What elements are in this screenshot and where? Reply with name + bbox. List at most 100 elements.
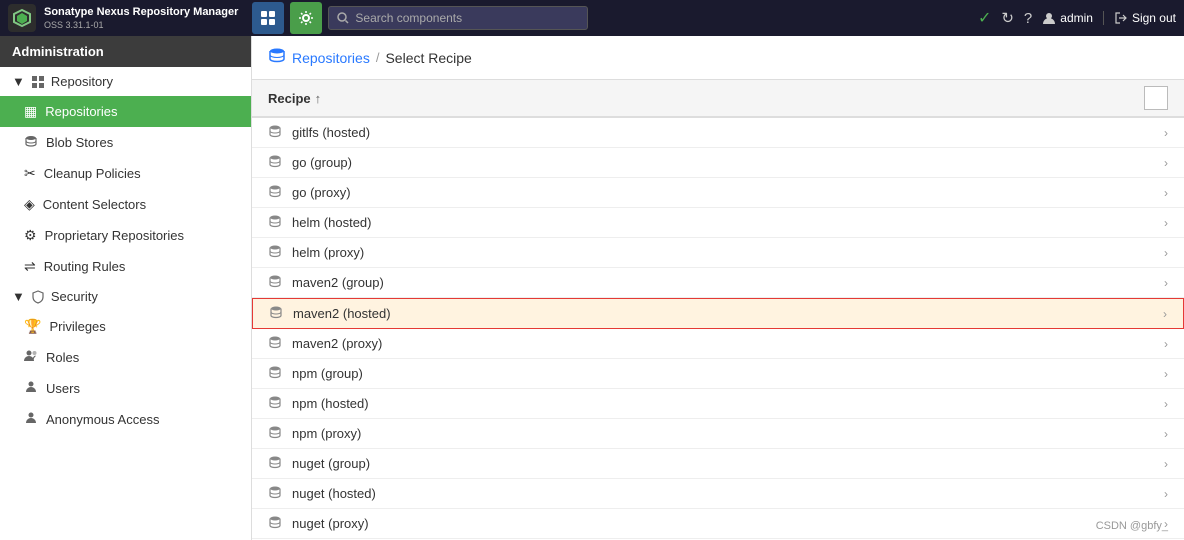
user-menu[interactable]: admin [1042,11,1093,25]
routing-icon: ⇌ [24,258,36,275]
brand-title: Sonatype Nexus Repository Manager [44,6,238,19]
brand: Sonatype Nexus Repository Manager OSS 3.… [8,4,238,32]
sidebar-item-blob-stores[interactable]: Blob Stores [0,127,251,158]
row-arrow-icon: › [1164,427,1168,441]
sidebar-item-repositories[interactable]: ▦ Repositories [0,96,251,127]
table-row[interactable]: nuget (proxy) › [252,509,1184,539]
row-arrow-icon: › [1164,337,1168,351]
main-layout: Administration ▼ Repository ▦ Repositori… [0,36,1184,540]
row-db-icon [268,124,282,141]
privileges-icon: 🏆 [24,318,41,335]
sidebar-section-repository[interactable]: ▼ Repository [0,67,251,96]
row-label: maven2 (group) [292,275,1164,290]
row-label: maven2 (proxy) [292,336,1164,351]
table-row[interactable]: go (group) › [252,148,1184,178]
table-row[interactable]: gitlfs (hosted) › [252,118,1184,148]
row-arrow-icon: › [1164,367,1168,381]
sidebar-item-content-selectors[interactable]: ◈ Content Selectors [0,189,251,220]
sidebar-item-users[interactable]: Users [0,373,251,404]
row-arrow-icon: › [1164,487,1168,501]
row-db-icon [269,305,283,322]
row-label: go (proxy) [292,185,1164,200]
row-arrow-icon: › [1164,126,1168,140]
row-arrow-icon: › [1164,156,1168,170]
username: admin [1060,11,1093,25]
users-icon [24,380,38,397]
sidebar-item-anon-label: Anonymous Access [46,412,159,427]
search-placeholder: Search components [355,11,462,25]
table-row[interactable]: nuget (group) › [252,449,1184,479]
sidebar-item-routing-rules[interactable]: ⇌ Routing Rules [0,251,251,282]
table-row[interactable]: go (proxy) › [252,178,1184,208]
section-security-label: Security [51,289,98,304]
proprietary-icon: ⚙ [24,227,37,244]
row-db-icon [268,425,282,442]
row-arrow-icon: › [1164,186,1168,200]
row-label: gitlfs (hosted) [292,125,1164,140]
refresh-icon[interactable]: ↻ [1001,9,1014,27]
recipe-column-header: Recipe ↑ [268,91,1144,106]
row-arrow-icon: › [1164,246,1168,260]
help-icon[interactable]: ? [1024,10,1032,27]
sidebar-section-security[interactable]: ▼ Security [0,282,251,311]
table-row[interactable]: npm (hosted) › [252,389,1184,419]
sort-arrow-icon: ↑ [315,91,322,106]
status-icon[interactable]: ✓ [978,8,991,28]
sidebar-header: Administration [0,36,251,67]
row-db-icon [268,395,282,412]
row-arrow-icon: › [1163,307,1167,321]
table-row[interactable]: maven2 (hosted) › [252,298,1184,329]
table-row[interactable]: maven2 (group) › [252,268,1184,298]
sidebar-item-privileges-label: Privileges [49,319,105,334]
brand-text: Sonatype Nexus Repository Manager OSS 3.… [44,6,238,29]
row-label: maven2 (hosted) [293,306,1163,321]
table-container: Recipe ↑ gitlfs (hosted) › go (group) [252,80,1184,540]
table-row[interactable]: helm (proxy) › [252,238,1184,268]
row-db-icon [268,184,282,201]
table-row[interactable]: maven2 (proxy) › [252,329,1184,359]
sidebar-item-blob-stores-label: Blob Stores [46,135,113,150]
table-row[interactable]: nuget (hosted) › [252,479,1184,509]
sidebar-item-roles-label: Roles [46,350,79,365]
sidebar-item-repositories-label: Repositories [45,104,117,119]
sidebar-item-roles[interactable]: Roles [0,342,251,373]
row-db-icon [268,244,282,261]
breadcrumb: Repositories / Select Recipe [252,36,1184,80]
row-label: npm (group) [292,366,1164,381]
breadcrumb-current: Select Recipe [385,50,471,66]
row-label: nuget (hosted) [292,486,1164,501]
header-checkbox[interactable] [1144,86,1168,110]
row-db-icon [268,455,282,472]
row-db-icon [268,274,282,291]
admin-icon-btn[interactable] [290,2,322,34]
row-arrow-icon: › [1164,216,1168,230]
row-db-icon [268,365,282,382]
sidebar-item-anonymous-access[interactable]: Anonymous Access [0,404,251,435]
row-label: go (group) [292,155,1164,170]
browse-icon-btn[interactable] [252,2,284,34]
sidebar-item-privileges[interactable]: 🏆 Privileges [0,311,251,342]
sidebar-item-cleanup-policies[interactable]: ✂ Cleanup Policies [0,158,251,189]
breadcrumb-repositories[interactable]: Repositories [292,50,370,66]
row-label: helm (hosted) [292,215,1164,230]
section-repository-label: Repository [51,74,113,89]
row-db-icon [268,485,282,502]
row-db-icon [268,214,282,231]
sidebar-item-users-label: Users [46,381,80,396]
table-row[interactable]: npm (group) › [252,359,1184,389]
cleanup-icon: ✂ [24,165,36,182]
search-bar[interactable]: Search components [328,6,588,30]
content-sel-icon: ◈ [24,196,35,213]
navbar-right: ✓ ↻ ? admin Sign out [978,8,1176,28]
signout-btn[interactable]: Sign out [1103,11,1176,25]
brand-logo [8,4,36,32]
row-db-icon [268,515,282,532]
sidebar-item-proprietary-repos[interactable]: ⚙ Proprietary Repositories [0,220,251,251]
table-row[interactable]: helm (hosted) › [252,208,1184,238]
row-arrow-icon: › [1164,276,1168,290]
row-arrow-icon: › [1164,457,1168,471]
row-label: nuget (proxy) [292,516,1164,531]
sidebar-item-cleanup-label: Cleanup Policies [44,166,141,181]
table-row[interactable]: npm (proxy) › [252,419,1184,449]
navbar: Sonatype Nexus Repository Manager OSS 3.… [0,0,1184,36]
